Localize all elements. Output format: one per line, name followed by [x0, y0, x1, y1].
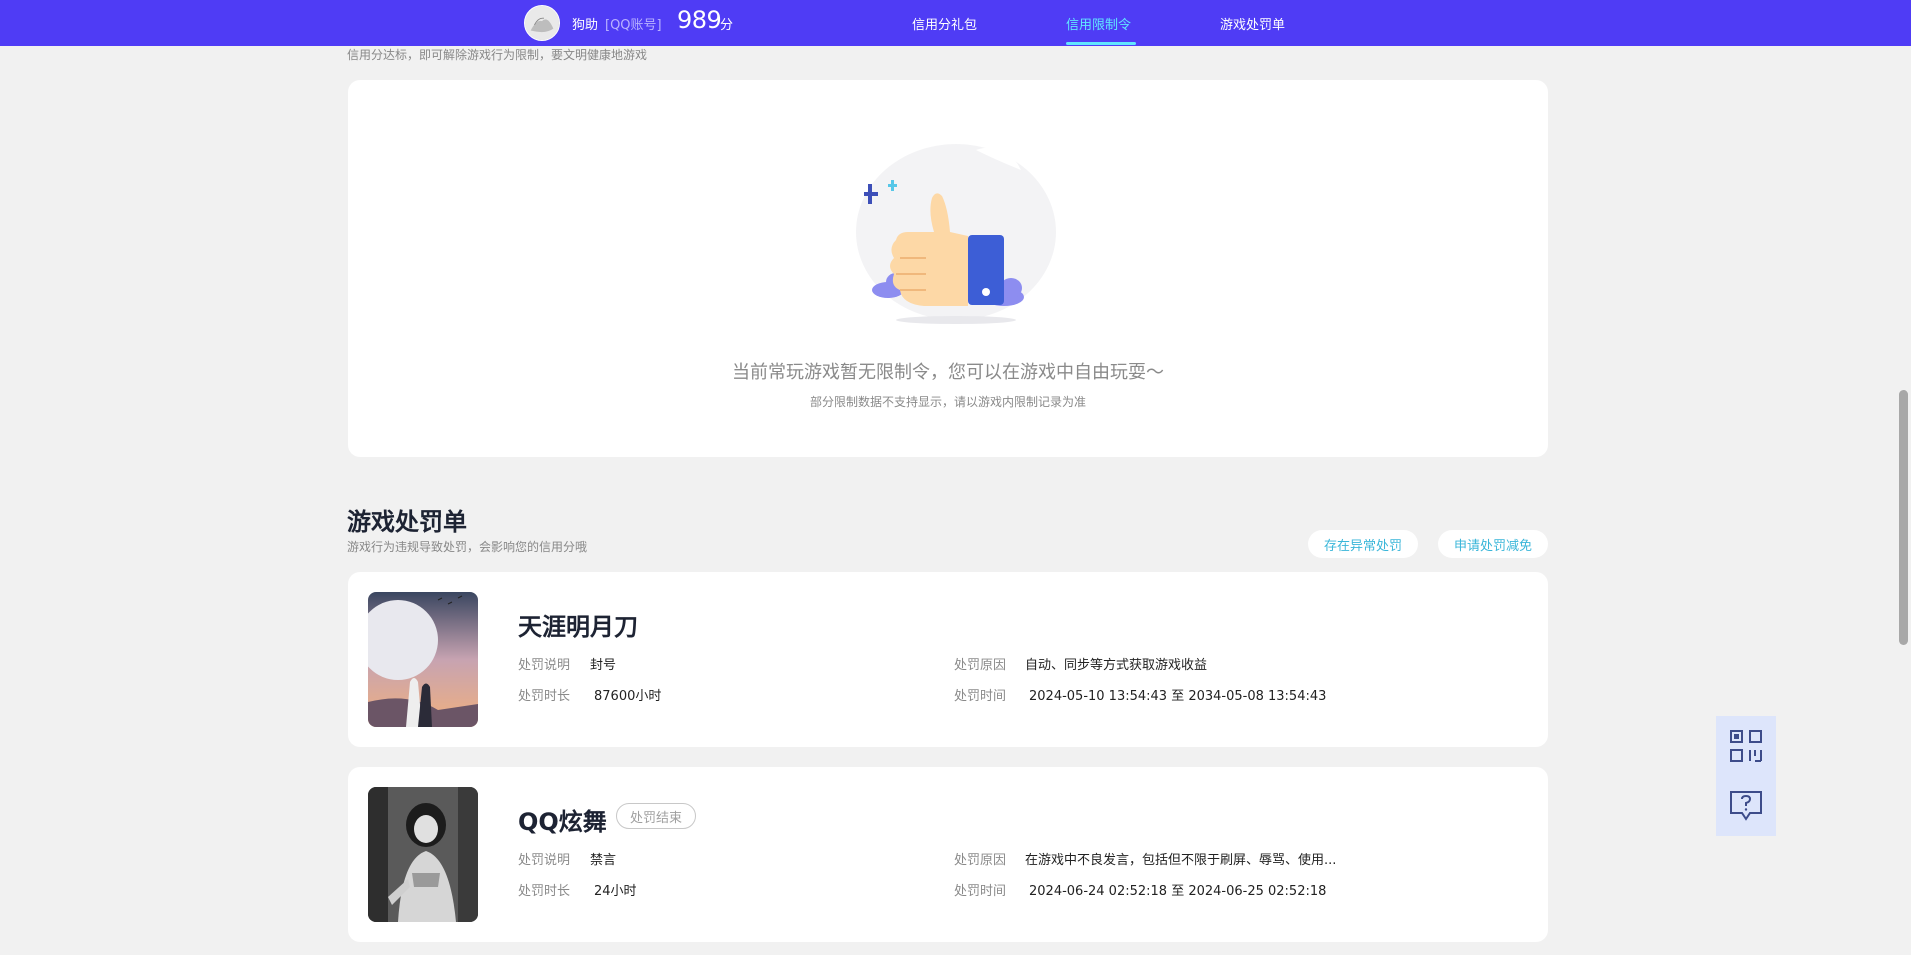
penalty-time-value: 2024-05-10 13:54:43 至 2034-05-08 13:54:4…	[1029, 689, 1327, 704]
penalty-card: QQ炫舞 处罚结束 处罚说明 禁言 处罚时长 24小时 处罚原因 在游戏中不良发…	[348, 767, 1548, 942]
account-type: [QQ账号]	[605, 18, 662, 33]
tab-credit-restriction[interactable]: 信用限制令	[1066, 14, 1131, 33]
status-badge: 处罚结束	[616, 803, 697, 829]
penalty-reason-label: 处罚原因	[954, 658, 1007, 673]
penalty-duration-value: 87600小时	[594, 689, 662, 704]
user-name: 狗助	[572, 18, 599, 33]
restriction-card: 当前常玩游戏暂无限制令，您可以在游戏中自由玩耍～ 部分限制数据不支持显示，请以游…	[348, 80, 1548, 457]
game-name: QQ炫舞	[518, 808, 607, 836]
penalty-duration-value: 24小时	[594, 884, 637, 899]
penalty-reason-value: 自动、同步等方式获取游戏收益	[1025, 658, 1208, 673]
penalty-duration-label: 处罚时长	[518, 689, 571, 704]
penalty-desc-value: 封号	[590, 658, 617, 673]
credit-score-unit: 分	[720, 18, 734, 33]
penalty-duration-label: 处罚时长	[518, 884, 571, 899]
penalty-section-subtitle: 游戏行为违规导致处罚，会影响您的信用分哦	[347, 540, 588, 554]
qr-code-button[interactable]	[1716, 716, 1776, 776]
credit-score: 989	[677, 6, 722, 34]
qr-code-icon	[1730, 730, 1762, 762]
penalty-card: 天涯明月刀 处罚说明 封号 处罚时长 87600小时 处罚原因 自动、同步等方式…	[348, 572, 1548, 747]
penalty-desc-label: 处罚说明	[518, 853, 571, 868]
restriction-subtitle: 信用分达标，即可解除游戏行为限制，要文明健康地游戏	[347, 48, 648, 62]
game-name: 天涯明月刀	[518, 613, 638, 641]
scrollbar-thumb[interactable]	[1899, 390, 1908, 645]
penalty-reason-value: 在游戏中不良发言，包括但不限于刷屏、辱骂、使用...	[1025, 853, 1337, 868]
penalty-section-title: 游戏处罚单	[347, 508, 467, 536]
dancer-portrait-icon	[368, 787, 478, 922]
tab-credit-gift[interactable]: 信用分礼包	[912, 14, 977, 33]
penalty-time-label: 处罚时间	[954, 884, 1007, 899]
game-cover-image[interactable]	[368, 787, 478, 922]
game-cover-image[interactable]	[368, 592, 478, 727]
user-avatar[interactable]	[524, 5, 560, 41]
penalty-desc-value: 禁言	[590, 853, 617, 868]
penalty-reason-label: 处罚原因	[954, 853, 1007, 868]
penalty-desc-label: 处罚说明	[518, 658, 571, 673]
apply-penalty-relief-button[interactable]: 申请处罚减免	[1438, 530, 1548, 558]
empty-state-note: 部分限制数据不支持显示，请以游戏内限制记录为准	[809, 395, 1086, 409]
active-tab-indicator	[1066, 42, 1136, 45]
penalty-time-value: 2024-06-24 02:52:18 至 2024-06-25 02:52:1…	[1029, 884, 1327, 899]
help-feedback-button[interactable]	[1716, 776, 1776, 836]
penalty-time-label: 处罚时间	[954, 689, 1007, 704]
abnormal-penalty-button[interactable]: 存在异常处罚	[1308, 530, 1418, 558]
thumbs-up-illustration-icon	[846, 140, 1056, 325]
avatar-image-icon	[525, 6, 559, 40]
question-chat-icon	[1730, 791, 1762, 821]
moon-scene-icon	[368, 592, 478, 727]
top-nav-bar: 狗助 [QQ账号] 989 分 信用分礼包 信用限制令 游戏处罚单	[0, 0, 1911, 46]
empty-state-title: 当前常玩游戏暂无限制令，您可以在游戏中自由玩耍～	[732, 362, 1164, 383]
tab-game-penalty[interactable]: 游戏处罚单	[1220, 14, 1285, 33]
